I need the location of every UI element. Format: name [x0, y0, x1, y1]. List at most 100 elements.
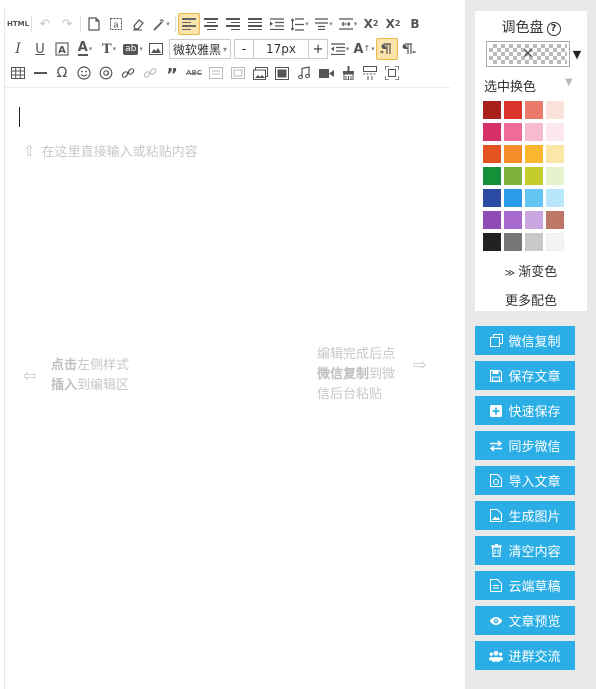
empty-hint-top: ⇧ 在这里直接输入或粘贴内容	[23, 141, 198, 163]
paragraph-spacing-icon[interactable]	[312, 13, 336, 35]
editor-content-area[interactable]: ⇧ 在这里直接输入或粘贴内容 ⇦ 点击左侧样式 插入到编辑区 编辑完成后点 微信复…	[5, 89, 450, 689]
indent-icon[interactable]	[266, 13, 288, 35]
color-swatch[interactable]	[525, 101, 543, 119]
color-swatch[interactable]	[483, 167, 501, 185]
color-swatch[interactable]	[483, 211, 501, 229]
help-icon[interactable]: ?	[546, 22, 561, 36]
color-swatch[interactable]	[504, 145, 522, 163]
wechat-copy-button[interactable]: 微信复制	[475, 326, 575, 355]
color-swatch[interactable]	[483, 123, 501, 141]
image-icon	[489, 509, 503, 523]
color-swatch[interactable]	[525, 233, 543, 251]
font-size-increase-button[interactable]: +	[308, 39, 329, 59]
font-family-select[interactable]: 微软雅黑 ▾	[169, 39, 232, 59]
redo-icon[interactable]: ↷	[56, 13, 78, 35]
quote-icon[interactable]: ”	[161, 62, 183, 85]
horizontal-rule-icon[interactable]	[29, 62, 51, 84]
color-swatch[interactable]	[504, 167, 522, 185]
auto-typeset-icon[interactable]: a	[105, 13, 127, 35]
svg-text:a: a	[113, 21, 119, 31]
color-swatch[interactable]	[483, 233, 501, 251]
ltr-direction-icon[interactable]	[376, 38, 399, 60]
join-group-button[interactable]: 进群交流	[475, 641, 575, 670]
background-image-icon[interactable]	[227, 62, 249, 84]
format-brush-icon[interactable]	[337, 62, 359, 84]
eraser-icon[interactable]	[127, 13, 149, 35]
chevron-down-icon[interactable]: ▼	[565, 77, 573, 88]
color-swatch[interactable]	[504, 123, 522, 141]
color-swatch[interactable]	[546, 167, 564, 185]
save-article-button[interactable]: 保存文章	[475, 361, 575, 390]
caret-down-icon[interactable]: ▼	[570, 41, 584, 67]
color-swatch[interactable]	[546, 123, 564, 141]
video-icon[interactable]	[315, 62, 337, 84]
align-left-icon[interactable]	[178, 13, 200, 35]
color-swatch[interactable]	[546, 211, 564, 229]
special-char-icon[interactable]: Ω	[51, 62, 73, 84]
article-preview-button[interactable]: 文章预览	[475, 606, 575, 635]
underline-icon[interactable]: U	[29, 38, 51, 60]
font-size-icon[interactable]: A ↑	[352, 38, 376, 60]
color-mode-label[interactable]: 选中换色	[484, 76, 536, 95]
page-break-icon[interactable]	[359, 62, 381, 84]
color-swatch[interactable]	[546, 233, 564, 251]
align-center-icon[interactable]	[200, 13, 222, 35]
more-colors-link[interactable]: 更多配色	[475, 290, 587, 309]
sync-wechat-button[interactable]: 同步微信	[475, 431, 575, 460]
color-swatch[interactable]	[504, 101, 522, 119]
quick-save-button[interactable]: 快速保存	[475, 396, 575, 425]
multi-image-icon[interactable]	[249, 62, 271, 84]
line-height-icon[interactable]	[288, 13, 312, 35]
music-icon[interactable]	[293, 62, 315, 84]
insert-frame-icon[interactable]	[205, 62, 227, 84]
superscript-icon[interactable]: X2	[360, 13, 382, 35]
transparent-color-swatch[interactable]	[486, 41, 570, 67]
spellcheck-icon[interactable]: ABC	[183, 62, 205, 84]
color-swatch[interactable]	[525, 145, 543, 163]
color-swatch[interactable]	[504, 189, 522, 207]
color-swatch[interactable]	[546, 101, 564, 119]
align-justify-icon[interactable]	[244, 13, 266, 35]
color-swatch[interactable]	[525, 211, 543, 229]
link-icon[interactable]	[117, 62, 139, 84]
color-swatch[interactable]	[525, 189, 543, 207]
generate-image-button[interactable]: 生成图片	[475, 501, 575, 530]
color-swatch[interactable]	[483, 145, 501, 163]
new-document-icon[interactable]	[83, 13, 105, 35]
color-swatch[interactable]	[546, 189, 564, 207]
html-source-button[interactable]: HTML	[7, 13, 29, 35]
insert-image-icon[interactable]	[145, 38, 167, 60]
letter-spacing-icon[interactable]	[336, 13, 360, 35]
color-swatch[interactable]	[546, 145, 564, 163]
rtl-direction-icon[interactable]	[398, 38, 420, 60]
color-swatch[interactable]	[483, 189, 501, 207]
font-size-input[interactable]: 17px	[254, 39, 309, 59]
font-size-decrease-button[interactable]: -	[234, 39, 255, 59]
undo-icon[interactable]: ↶	[34, 13, 56, 35]
bold-icon[interactable]: B	[404, 13, 426, 35]
fullscreen-icon[interactable]	[381, 62, 403, 84]
photo-icon[interactable]	[271, 62, 293, 84]
italic-icon[interactable]: I	[7, 38, 29, 60]
color-swatch[interactable]	[504, 233, 522, 251]
magic-wand-icon[interactable]	[149, 13, 173, 35]
color-swatch[interactable]	[525, 123, 543, 141]
font-color-icon[interactable]: A	[73, 38, 97, 60]
color-swatch[interactable]	[483, 101, 501, 119]
color-swatch[interactable]	[504, 211, 522, 229]
unlink-icon[interactable]	[139, 62, 161, 84]
clear-content-button[interactable]: 清空内容	[475, 536, 575, 565]
emoji-icon[interactable]	[73, 62, 95, 84]
cloud-draft-button[interactable]: 云端草稿	[475, 571, 575, 600]
outdent-icon[interactable]	[328, 38, 352, 60]
color-swatch[interactable]	[525, 167, 543, 185]
gradient-color-link[interactable]: ≫ 渐变色	[475, 261, 587, 280]
import-article-button[interactable]: 导入文章	[475, 466, 575, 495]
text-background-icon[interactable]: ab	[121, 38, 145, 60]
anchor-icon[interactable]	[95, 62, 117, 84]
subscript-icon[interactable]: X2	[382, 13, 404, 35]
table-icon[interactable]	[7, 62, 29, 84]
text-border-icon[interactable]: A	[51, 38, 73, 60]
text-effect-icon[interactable]: T	[97, 38, 121, 60]
align-right-icon[interactable]	[222, 13, 244, 35]
